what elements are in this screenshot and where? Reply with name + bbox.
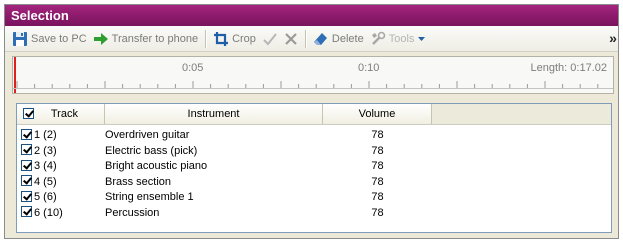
track-list: Track Instrument Volume 1 (2) Overdriven… [16,103,612,233]
timeline-ruler[interactable]: 0:05 0:10 Length: 0:17.02 [12,56,614,94]
dropdown-arrow-icon [418,37,426,41]
crop-icon [214,31,229,46]
track-checkbox[interactable] [21,190,32,202]
crop-button[interactable]: Crop [210,28,259,50]
crop-label: Crop [232,32,256,45]
track-number: 2 (3) [34,144,57,157]
track-checkbox[interactable] [21,159,32,171]
table-row[interactable]: 5 (6) String ensemble 1 78 [17,190,611,206]
track-number: 1 (2) [34,129,57,141]
track-number: 6 (10) [34,206,63,219]
tools-menu-button[interactable]: Tools [367,28,430,50]
volume-cell[interactable]: 78 [323,206,432,222]
checkmark-icon [263,32,277,45]
column-header-track[interactable]: Track [17,104,105,124]
track-checkbox[interactable] [21,206,32,218]
table-row[interactable]: 1 (2) Overdriven guitar 78 [17,128,611,144]
apply-button[interactable] [259,28,281,50]
instrument-cell: Electric bass (pick) [105,144,198,157]
delete-label: Delete [331,32,364,45]
track-checkbox[interactable] [21,175,32,187]
instrument-cell: Brass section [105,175,172,188]
toolbar-separator [304,29,306,48]
track-cell: 5 (6) [17,190,105,206]
table-row[interactable]: 2 (3) Electric bass (pick) 78 [17,144,611,160]
instrument-cell: Percussion [105,206,160,219]
track-checkbox[interactable] [21,128,32,140]
track-rows: 1 (2) Overdriven guitar 78 2 (3) Electri… [17,125,611,221]
save-to-pc-label: Save to PC [31,32,87,45]
instrument-cell: Bright acoustic piano [105,160,208,172]
volume-cell[interactable]: 78 [323,190,432,206]
select-all-checkbox[interactable] [23,107,34,119]
track-list-header: Track Instrument Volume [17,104,611,125]
transfer-to-phone-label: Transfer to phone [111,32,199,45]
floppy-disk-icon [13,31,27,46]
track-number: 3 (4) [34,160,57,172]
column-header-track-label: Track [50,108,78,120]
column-header-filler [432,104,611,124]
volume-cell[interactable]: 78 [323,128,432,144]
column-header-instrument[interactable]: Instrument [105,104,323,124]
track-cell: 2 (3) [17,144,105,160]
instrument-cell: Overdriven guitar [105,129,190,141]
selection-panel: Selection Save to PC Transfer to phone C… [4,4,619,239]
eraser-icon [313,32,327,45]
table-row[interactable]: 4 (5) Brass section 78 [17,175,611,191]
track-number: 5 (6) [34,191,57,203]
delete-button[interactable]: Delete [310,28,367,50]
track-cell: 3 (4) [17,159,105,175]
cancel-button[interactable] [281,28,301,50]
transfer-to-phone-button[interactable]: Transfer to phone [90,28,201,50]
column-header-volume[interactable]: Volume [323,104,432,124]
length-label: Length: 0:17.02 [530,62,607,74]
table-row[interactable]: 6 (10) Percussion 78 [17,206,611,222]
toolbar: Save to PC Transfer to phone Crop Delete… [5,26,618,52]
track-cell: 4 (5) [17,175,105,191]
volume-cell[interactable]: 78 [323,159,432,175]
volume-cell[interactable]: 78 [323,175,432,191]
track-number: 4 (5) [34,175,57,188]
table-row[interactable]: 3 (4) Bright acoustic piano 78 [17,159,611,175]
timeline-mark-10s: 0:10 [358,62,380,74]
toolbar-separator [205,29,207,48]
tools-label: Tools [388,32,415,45]
tools-icon [371,31,386,45]
track-cell: 1 (2) [17,128,105,144]
timeline-mark-5s: 0:05 [182,62,204,74]
timeline-ticks [13,81,613,89]
close-icon [285,32,297,45]
arrow-right-icon [93,32,108,45]
instrument-cell: String ensemble 1 [105,191,194,203]
toolbar-overflow-chevron[interactable]: » [608,30,618,46]
track-cell: 6 (10) [17,206,105,222]
save-to-pc-button[interactable]: Save to PC [9,28,90,50]
track-checkbox[interactable] [21,144,32,156]
volume-cell[interactable]: 78 [323,144,432,160]
panel-title: Selection [5,5,618,26]
